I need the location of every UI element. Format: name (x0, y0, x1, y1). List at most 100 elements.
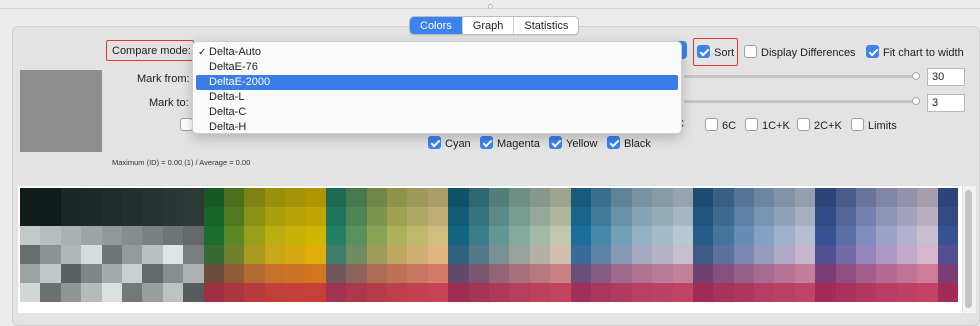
checkbox-icon (705, 118, 718, 131)
display-differences-label: Display Differences (761, 47, 856, 59)
color-patch (40, 283, 61, 302)
color-patch-chart[interactable] (18, 186, 962, 313)
channel-2ck-label: 2C+K (814, 120, 842, 132)
color-patch (815, 283, 836, 302)
color-patch (366, 207, 388, 226)
color-patch (468, 245, 489, 264)
color-patch (468, 188, 489, 207)
magenta-checkbox[interactable]: Magenta (480, 136, 540, 150)
tab-graph[interactable]: Graph (463, 17, 515, 34)
sort-label: Sort (714, 47, 735, 59)
color-patch (509, 283, 530, 302)
color-patch (162, 207, 184, 226)
color-patch (856, 283, 877, 302)
color-patch (488, 226, 510, 245)
color-patch (488, 283, 510, 302)
color-patch (20, 283, 41, 302)
color-patch (896, 226, 918, 245)
color-patch (203, 283, 224, 302)
color-patch (81, 245, 102, 264)
color-patch (142, 245, 163, 264)
mark-from-slider-knob[interactable] (912, 72, 920, 80)
color-patch (366, 188, 388, 207)
color-patch (652, 264, 673, 283)
fit-chart-checkbox[interactable]: Fit chart to width (866, 45, 964, 59)
limits-checkbox[interactable]: Limits (851, 118, 897, 132)
tab-colors[interactable]: Colors (410, 17, 463, 34)
color-patch (917, 188, 938, 207)
color-patch (672, 264, 693, 283)
sort-checkbox[interactable]: Sort (697, 45, 734, 59)
channel-1ck-label: 1C+K (762, 120, 790, 132)
color-patch (325, 245, 347, 264)
color-patch (285, 188, 306, 207)
color-patch (387, 188, 408, 207)
color-patch (121, 283, 143, 302)
menu-item-delta-h[interactable]: Delta-H (193, 120, 681, 135)
color-patch (244, 226, 265, 245)
color-patch (121, 245, 143, 264)
color-patch (774, 188, 795, 207)
color-patch (692, 188, 714, 207)
compare-mode-label: Compare mode: (112, 45, 191, 57)
color-patch (876, 283, 897, 302)
tab-statistics[interactable]: Statistics (514, 17, 578, 34)
checkbox-checked-icon (866, 45, 879, 58)
color-patch (611, 207, 632, 226)
chart-scrollbar-thumb[interactable] (965, 190, 972, 308)
color-patch (60, 264, 82, 283)
channel-6c-checkbox[interactable]: 6C (705, 118, 736, 132)
compare-mode-menu: ✓ Delta-Auto DeltaE-76 DeltaE-2000 Delta-… (192, 41, 682, 134)
color-patch (774, 207, 795, 226)
mark-from-field[interactable]: 30 (927, 68, 965, 86)
cyan-label: Cyan (445, 138, 471, 150)
color-patch (733, 188, 755, 207)
statistics-summary: Maximum (ID) = 0.00 (1) / Average = 0.00 (112, 158, 251, 167)
color-patch (223, 207, 245, 226)
color-patch (672, 226, 693, 245)
mark-from-slider[interactable] (684, 75, 916, 78)
color-patch (488, 245, 510, 264)
color-patch (60, 207, 82, 226)
color-patch (203, 245, 224, 264)
color-patch (488, 188, 510, 207)
menu-item-delta-l[interactable]: Delta-L (193, 90, 681, 105)
yellow-checkbox[interactable]: Yellow (549, 136, 597, 150)
color-patch (101, 207, 122, 226)
color-patch (468, 283, 489, 302)
channel-1ck-checkbox[interactable]: 1C+K (745, 118, 790, 132)
color-patch (305, 245, 326, 264)
color-patch (427, 226, 449, 245)
channel-2ck-checkbox[interactable]: 2C+K (797, 118, 842, 132)
black-checkbox[interactable]: Black (607, 136, 651, 150)
cyan-checkbox[interactable]: Cyan (428, 136, 471, 150)
checkbox-checked-icon (549, 136, 562, 149)
color-patch (754, 207, 775, 226)
mark-to-field[interactable]: 3 (927, 94, 965, 112)
color-patch (264, 245, 286, 264)
color-patch (387, 245, 408, 264)
mark-to-slider-knob[interactable] (912, 97, 920, 105)
color-patch (672, 283, 693, 302)
menu-item-deltae-2000[interactable]: DeltaE-2000 (196, 75, 678, 90)
magenta-label: Magenta (497, 138, 540, 150)
color-patch (203, 226, 224, 245)
menu-item-deltae-76[interactable]: DeltaE-76 (193, 60, 681, 75)
color-patch (509, 264, 530, 283)
color-patch (937, 283, 958, 302)
color-patch (529, 245, 551, 264)
menu-item-delta-auto[interactable]: ✓ Delta-Auto (193, 45, 681, 60)
display-differences-checkbox[interactable]: Display Differences (744, 45, 856, 59)
color-patch (774, 245, 795, 264)
color-patch (40, 245, 61, 264)
color-patch (835, 207, 857, 226)
color-patch (876, 264, 897, 283)
color-patch (835, 283, 857, 302)
menu-item-delta-c[interactable]: Delta-C (193, 105, 681, 120)
color-patch (285, 264, 306, 283)
color-patch (285, 245, 306, 264)
color-patch (407, 226, 428, 245)
mark-to-slider[interactable] (684, 100, 916, 103)
color-patch (509, 207, 530, 226)
color-patch (142, 226, 163, 245)
